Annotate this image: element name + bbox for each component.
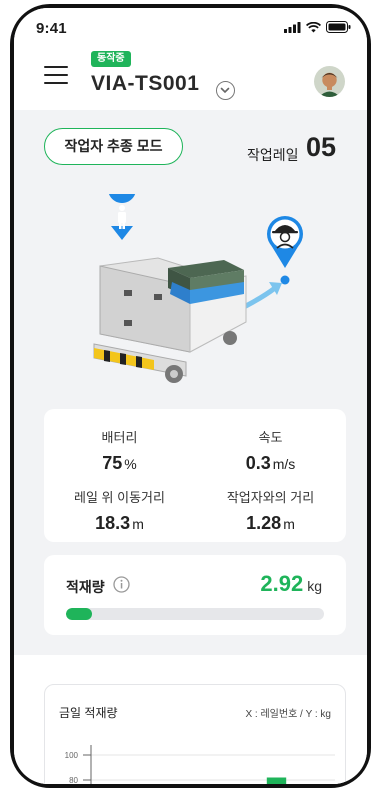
robot-illustration — [93, 194, 303, 383]
rail-number: 05 — [306, 132, 337, 162]
status-bar: 9:41 — [14, 8, 367, 48]
speed-unit: m/s — [272, 456, 296, 472]
rail-distance-unit: m — [132, 516, 144, 532]
status-icons — [284, 21, 351, 33]
worker-pin-icon — [267, 216, 303, 285]
speed-label: 속도 — [258, 430, 283, 445]
status-time: 9:41 — [36, 20, 67, 37]
battery-label: 배터리 — [101, 430, 138, 445]
rail-distance-value: 18.3 — [95, 513, 131, 533]
follow-mode-button[interactable]: 작업자 추종 모드 — [44, 128, 183, 165]
load-value: 2.92 — [260, 571, 304, 596]
info-icon[interactable] — [113, 576, 130, 593]
load-progress-bar — [66, 608, 324, 620]
chart-axis-legend: X : 레일번호 / Y : kg — [245, 709, 331, 720]
load-label: 적재량 — [66, 579, 105, 595]
chart-title: 금일 적재량 — [59, 706, 118, 720]
battery-unit: % — [124, 456, 137, 472]
daily-load-chart-card: 금일 적재량 X : 레일번호 / Y : kg 80 100 — [44, 684, 346, 784]
signal-icon — [284, 21, 301, 33]
stats-card: 배터리 75% 속도 0.3 m/s 레일 위 이동거리 18.3 m 작업자와의 … — [44, 409, 346, 542]
y-tick-label: 80 — [69, 776, 78, 784]
speed-stat: 속도 0.3 m/s — [195, 427, 346, 474]
y-tick-label: 100 — [65, 751, 79, 760]
daily-load-chart: 80 100 — [65, 745, 335, 784]
worker-distance-unit: m — [283, 516, 295, 532]
worker-distance-value: 1.28 — [246, 513, 282, 533]
load-progress-fill — [66, 608, 92, 620]
app-screen: 9:41 동작중 VIA-TS001 작업자 추종 모드 작업레일 05 배터리… — [14, 8, 367, 784]
chart-bar — [266, 777, 287, 784]
worker-distance-label: 작업자와의 거리 — [226, 490, 315, 505]
rail-label: 작업레일 — [247, 147, 299, 163]
load-card: 적재량 2.92 kg — [44, 555, 346, 635]
chevron-down-icon — [220, 87, 230, 94]
app-header: 동작중 VIA-TS001 — [14, 48, 367, 110]
rail-distance-label: 레일 위 이동거리 — [74, 490, 165, 505]
rail-distance-stat: 레일 위 이동거리 18.3 m — [44, 487, 195, 534]
hamburger-menu-icon[interactable] — [44, 66, 68, 86]
wifi-icon — [306, 21, 321, 32]
device-select-button[interactable] — [216, 81, 235, 100]
battery-icon — [326, 21, 351, 33]
avatar[interactable] — [314, 66, 345, 97]
status-badge: 동작중 — [91, 51, 131, 67]
speed-value: 0.3 — [245, 453, 271, 473]
person-pin-icon — [109, 194, 136, 240]
worker-distance-stat: 작업자와의 거리 1.28 m — [195, 487, 346, 534]
load-unit: kg — [307, 578, 322, 594]
device-title: VIA-TS001 — [91, 72, 200, 95]
battery-value: 75 — [102, 453, 123, 473]
battery-stat: 배터리 75% — [44, 427, 195, 474]
